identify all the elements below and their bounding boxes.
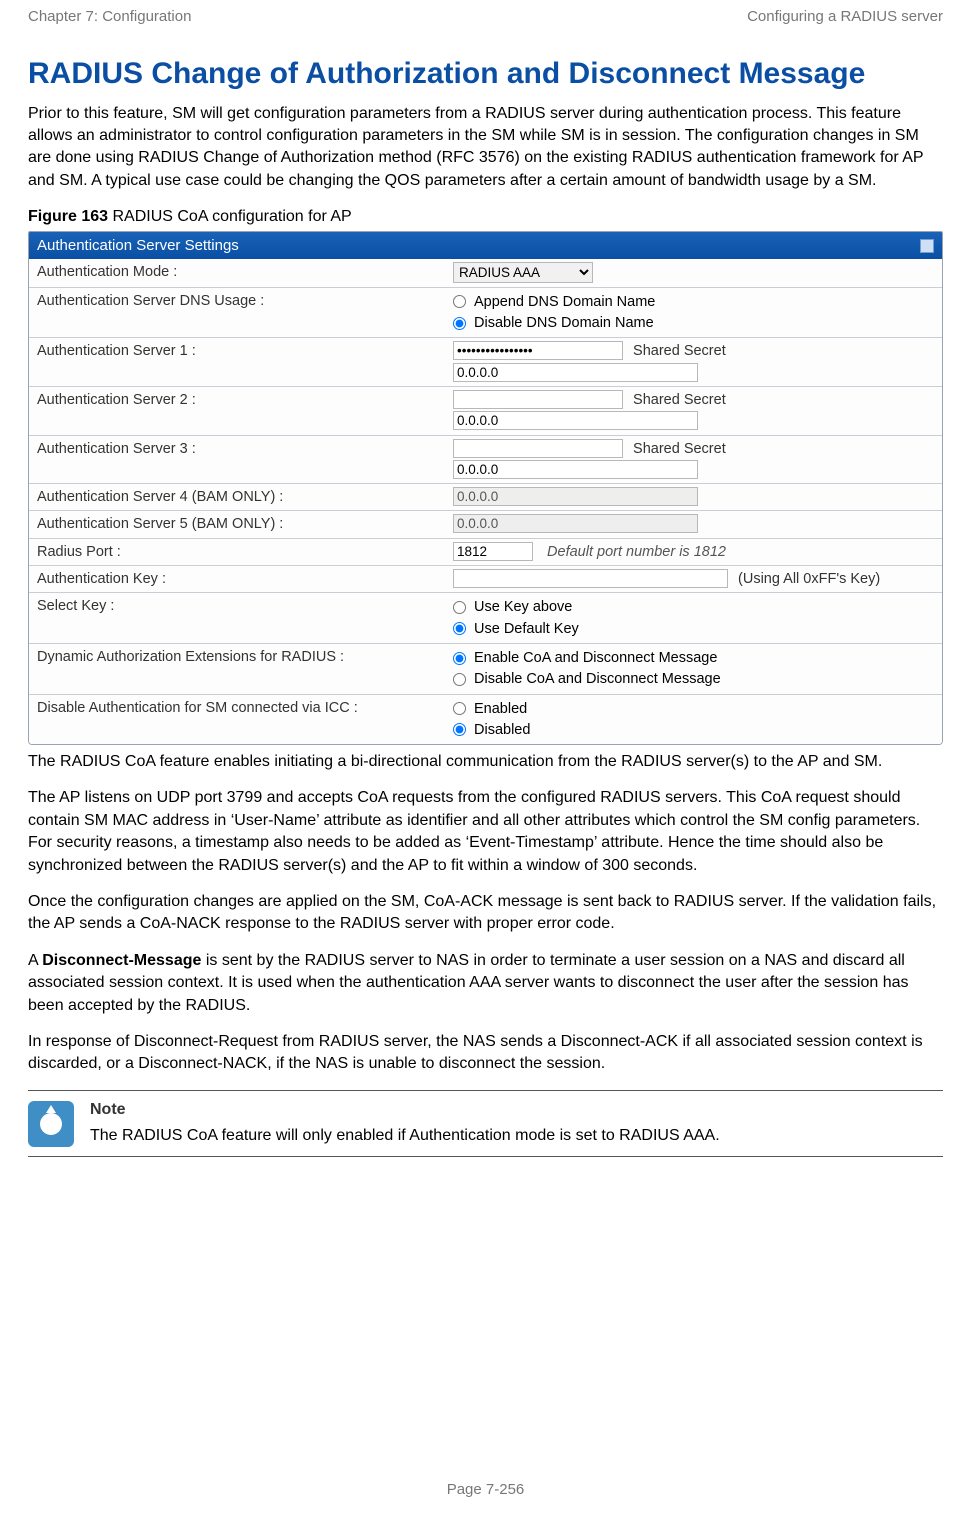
dae-disable-radio[interactable] — [453, 673, 466, 686]
as3-secret-label: Shared Secret — [633, 441, 726, 457]
chapter-label: Chapter 7: Configuration — [28, 6, 191, 27]
page-title: RADIUS Change of Authorization and Disco… — [28, 55, 943, 93]
as1-secret-input[interactable] — [453, 341, 623, 360]
as4-ip-input[interactable] — [453, 487, 698, 506]
dns-usage-label: Authentication Server DNS Usage : — [29, 287, 445, 338]
dae-label: Dynamic Authorization Extensions for RAD… — [29, 643, 445, 694]
config-panel: Authentication Server Settings Authentic… — [28, 231, 943, 745]
paragraph-1: The RADIUS CoA feature enables initiatin… — [28, 751, 943, 773]
disauth-disabled-radio[interactable] — [453, 723, 466, 736]
paragraph-4: A Disconnect-Message is sent by the RADI… — [28, 950, 943, 1017]
as5-ip-input[interactable] — [453, 514, 698, 533]
select-key-above-text: Use Key above — [474, 597, 572, 617]
dns-disable-text: Disable DNS Domain Name — [474, 313, 654, 333]
page-footer: Page 7-256 — [0, 1479, 971, 1500]
figure-caption: Figure 163 RADIUS CoA configuration for … — [28, 206, 943, 228]
note-text: The RADIUS CoA feature will only enabled… — [90, 1125, 943, 1147]
select-key-default-radio[interactable] — [453, 622, 466, 635]
collapse-icon[interactable] — [920, 239, 934, 253]
figure-label: Figure 163 — [28, 208, 108, 225]
paragraph-3: Once the configuration changes are appli… — [28, 891, 943, 936]
radius-port-hint: Default port number is 1812 — [547, 544, 726, 560]
para4-bold: Disconnect-Message — [42, 952, 201, 969]
auth-key-input[interactable] — [453, 569, 728, 588]
auth-key-label: Authentication Key : — [29, 566, 445, 593]
auth-mode-select[interactable]: RADIUS AAA — [453, 262, 593, 283]
panel-header: Authentication Server Settings — [29, 232, 942, 259]
as2-label: Authentication Server 2 : — [29, 386, 445, 435]
as1-label: Authentication Server 1 : — [29, 338, 445, 387]
radius-port-input[interactable] — [453, 542, 533, 561]
note-box: Note The RADIUS CoA feature will only en… — [28, 1090, 943, 1157]
disauth-disabled-text: Disabled — [474, 720, 530, 740]
auth-key-aux: (Using All 0xFF's Key) — [738, 571, 880, 587]
select-key-label: Select Key : — [29, 593, 445, 644]
config-table: Authentication Mode : RADIUS AAA Authent… — [29, 259, 942, 744]
figure-caption-text: RADIUS CoA configuration for AP — [108, 208, 352, 225]
dae-enable-radio[interactable] — [453, 652, 466, 665]
intro-paragraph: Prior to this feature, SM will get confi… — [28, 103, 943, 193]
select-key-default-text: Use Default Key — [474, 619, 579, 639]
as1-secret-label: Shared Secret — [633, 343, 726, 359]
para4-pre: A — [28, 952, 42, 969]
as5-label: Authentication Server 5 (BAM ONLY) : — [29, 511, 445, 538]
disauth-enabled-radio[interactable] — [453, 702, 466, 715]
auth-mode-label: Authentication Mode : — [29, 259, 445, 287]
as3-label: Authentication Server 3 : — [29, 435, 445, 484]
note-icon — [28, 1101, 74, 1147]
as3-ip-input[interactable] — [453, 460, 698, 479]
radius-port-label: Radius Port : — [29, 538, 445, 565]
as1-ip-input[interactable] — [453, 363, 698, 382]
dae-enable-text: Enable CoA and Disconnect Message — [474, 648, 717, 668]
note-title: Note — [90, 1099, 943, 1121]
panel-title: Authentication Server Settings — [37, 235, 239, 256]
info-icon — [40, 1113, 62, 1135]
paragraph-5: In response of Disconnect-Request from R… — [28, 1031, 943, 1076]
paragraph-2: The AP listens on UDP port 3799 and acce… — [28, 787, 943, 877]
dns-append-text: Append DNS Domain Name — [474, 292, 655, 312]
dns-disable-radio[interactable] — [453, 317, 466, 330]
disauth-label: Disable Authentication for SM connected … — [29, 694, 445, 744]
dae-disable-text: Disable CoA and Disconnect Message — [474, 669, 721, 689]
disauth-enabled-text: Enabled — [474, 699, 527, 719]
as2-secret-label: Shared Secret — [633, 392, 726, 408]
select-key-above-radio[interactable] — [453, 601, 466, 614]
dns-append-radio[interactable] — [453, 295, 466, 308]
as2-secret-input[interactable] — [453, 390, 623, 409]
section-label: Configuring a RADIUS server — [747, 6, 943, 27]
as4-label: Authentication Server 4 (BAM ONLY) : — [29, 484, 445, 511]
as3-secret-input[interactable] — [453, 439, 623, 458]
as2-ip-input[interactable] — [453, 411, 698, 430]
